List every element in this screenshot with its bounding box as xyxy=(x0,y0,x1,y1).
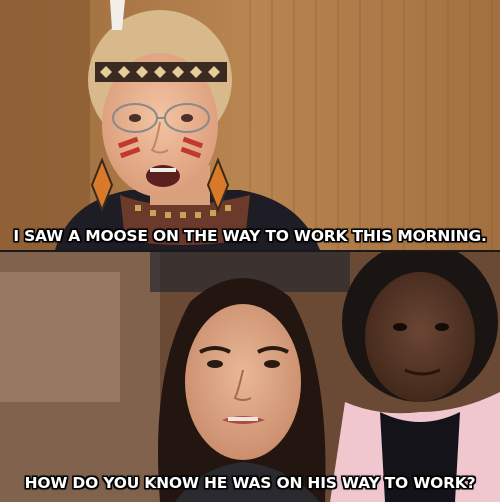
top-caption: I SAW A MOOSE ON THE WAY TO WORK THIS MO… xyxy=(13,227,487,245)
right-woman-face xyxy=(365,272,475,402)
bottom-caption: HOW DO YOU KNOW HE WAS ON HIS WAY TO WOR… xyxy=(24,474,476,492)
meme-image: I SAW A MOOSE ON THE WAY TO WORK THIS MO… xyxy=(0,0,500,502)
center-woman-right-eye xyxy=(264,360,280,368)
right-woman-left-eye xyxy=(393,323,407,331)
right-eye xyxy=(181,114,193,122)
teeth xyxy=(150,168,176,172)
top-panel-illustration xyxy=(0,0,500,250)
bystander-shape xyxy=(0,272,120,402)
left-eye xyxy=(129,114,141,122)
center-woman-left-eye xyxy=(207,360,223,368)
top-panel: I SAW A MOOSE ON THE WAY TO WORK THIS MO… xyxy=(0,0,500,250)
right-woman-right-eye xyxy=(435,323,449,331)
center-woman-face xyxy=(185,304,301,460)
bottom-panel: HOW DO YOU KNOW HE WAS ON HIS WAY TO WOR… xyxy=(0,252,500,502)
left-wall-shadow xyxy=(0,0,90,250)
center-woman-teeth xyxy=(228,417,258,421)
bottom-panel-illustration xyxy=(0,252,500,502)
